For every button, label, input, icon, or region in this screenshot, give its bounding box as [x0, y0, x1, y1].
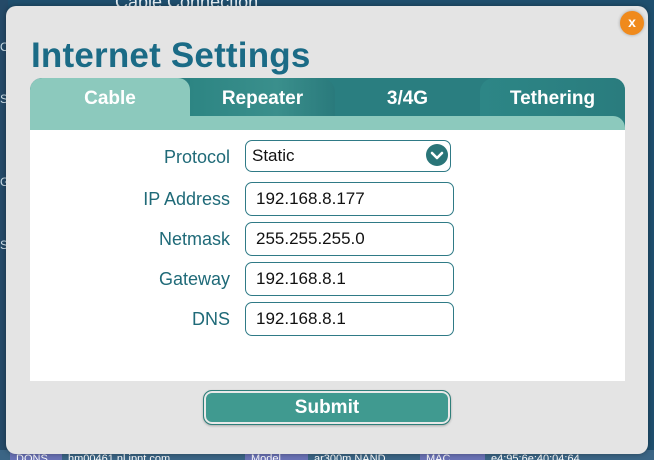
dns-label: DNS — [191, 309, 230, 329]
ip-address-input[interactable] — [245, 182, 454, 216]
close-button[interactable]: x — [620, 11, 644, 35]
cable-settings-panel: Protocol Static IP Address Netmask Gatew… — [30, 130, 625, 381]
protocol-select[interactable]: Static — [245, 140, 451, 172]
tab-bar: Cable Repeater 3/4G Tethering — [30, 78, 625, 130]
ip-address-label: IP Address — [143, 189, 230, 209]
protocol-value: Static — [252, 146, 295, 165]
chevron-down-icon — [426, 144, 448, 166]
protocol-row: Protocol Static — [30, 140, 625, 174]
ip-address-row: IP Address — [30, 182, 625, 216]
submit-button[interactable]: Submit — [203, 390, 451, 425]
active-tab-indicator — [30, 116, 625, 130]
netmask-row: Netmask — [30, 222, 625, 256]
tab-3-4g[interactable]: 3/4G — [335, 78, 480, 118]
tab-repeater[interactable]: Repeater — [190, 78, 335, 118]
netmask-input[interactable] — [245, 222, 454, 256]
gateway-label: Gateway — [158, 269, 230, 289]
dns-input[interactable] — [245, 302, 454, 336]
internet-settings-modal: x Internet Settings Cable Repeater 3/4G … — [6, 6, 648, 454]
dns-row: DNS — [30, 302, 625, 336]
gateway-row: Gateway — [30, 262, 625, 296]
tab-cable[interactable]: Cable — [30, 78, 190, 118]
tab-tethering[interactable]: Tethering — [480, 78, 625, 118]
protocol-label: Protocol — [163, 147, 230, 167]
modal-title: Internet Settings — [31, 36, 311, 75]
gateway-input[interactable] — [245, 262, 454, 296]
netmask-label: Netmask — [158, 229, 230, 249]
